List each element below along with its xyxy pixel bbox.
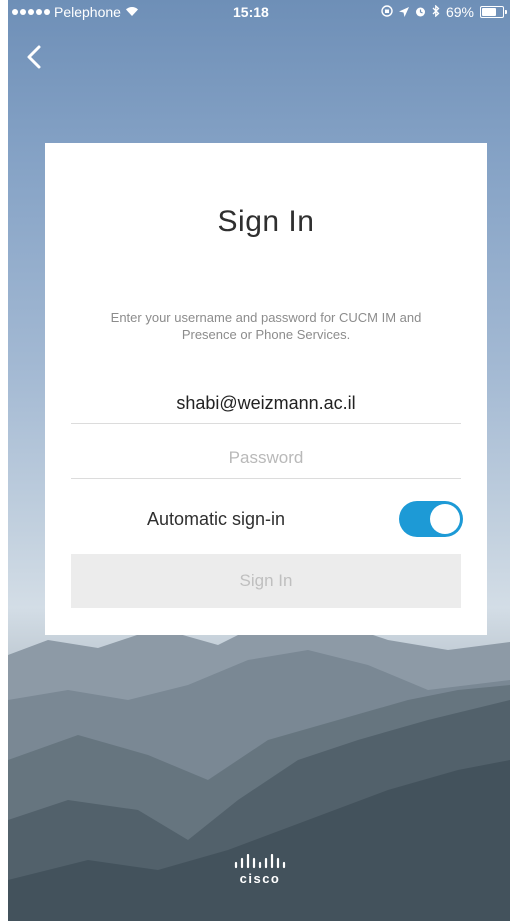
sign-in-card: Sign In Enter your username and password… xyxy=(45,143,487,635)
auto-signin-label: Automatic sign-in xyxy=(147,509,286,529)
location-arrow-icon xyxy=(398,4,409,20)
back-button[interactable] xyxy=(22,44,48,70)
auto-signin-toggle[interactable] xyxy=(399,501,463,537)
sign-in-instructions: Enter your username and password for CUC… xyxy=(110,310,422,342)
sign-in-button[interactable]: Sign In xyxy=(71,554,461,608)
alarm-icon xyxy=(415,4,426,20)
bluetooth-icon xyxy=(432,4,440,20)
status-right: 69% xyxy=(381,4,507,20)
carrier-name: Pelephone xyxy=(54,4,121,20)
toggle-knob xyxy=(430,504,460,534)
battery-percent: 69% xyxy=(445,4,474,20)
status-bar: Pelephone 15:18 69% xyxy=(8,0,510,26)
battery-icon xyxy=(480,6,507,18)
cisco-bars-icon xyxy=(234,854,286,869)
chevron-left-icon xyxy=(27,45,41,69)
page-title: Sign In xyxy=(217,205,315,238)
orientation-lock-icon xyxy=(381,4,393,20)
username-field[interactable] xyxy=(71,383,461,424)
password-field[interactable] xyxy=(71,438,461,479)
status-time: 15:18 xyxy=(233,4,269,20)
wifi-icon xyxy=(125,4,139,20)
signal-strength-icon xyxy=(12,9,50,15)
cisco-logo: cisco xyxy=(230,854,290,890)
app-screen: Pelephone 15:18 69% Sign In Enter your u… xyxy=(8,0,510,921)
cisco-wordmark: cisco xyxy=(239,871,281,886)
status-left: Pelephone xyxy=(12,4,139,20)
